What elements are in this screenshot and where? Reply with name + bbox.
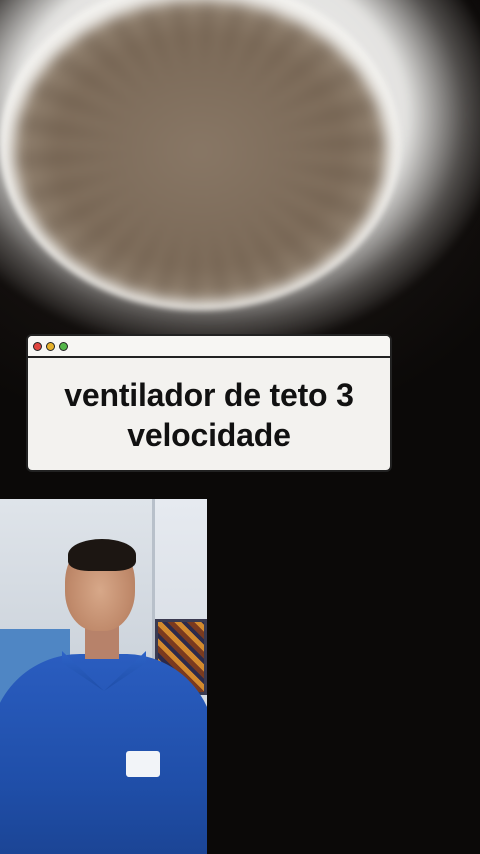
presenter-hair [68,539,136,571]
maximize-dot-icon [59,341,68,351]
video-frame: ventilador de teto 3 velocidade [0,0,480,854]
video-title: ventilador de teto 3 velocidade [64,375,354,455]
title-card-window-bar [28,336,390,358]
title-card: ventilador de teto 3 velocidade [26,334,392,472]
ceiling-fan-center [14,0,386,302]
title-card-body: ventilador de teto 3 velocidade [28,358,390,470]
close-dot-icon [33,341,42,351]
shirt-logo-icon [126,751,160,777]
presenter-video-inset [0,499,207,854]
video-title-line-1: ventilador de teto 3 [64,377,354,413]
minimize-dot-icon [46,341,55,351]
video-title-line-2: velocidade [127,417,291,453]
presenter-shirt [0,654,207,854]
